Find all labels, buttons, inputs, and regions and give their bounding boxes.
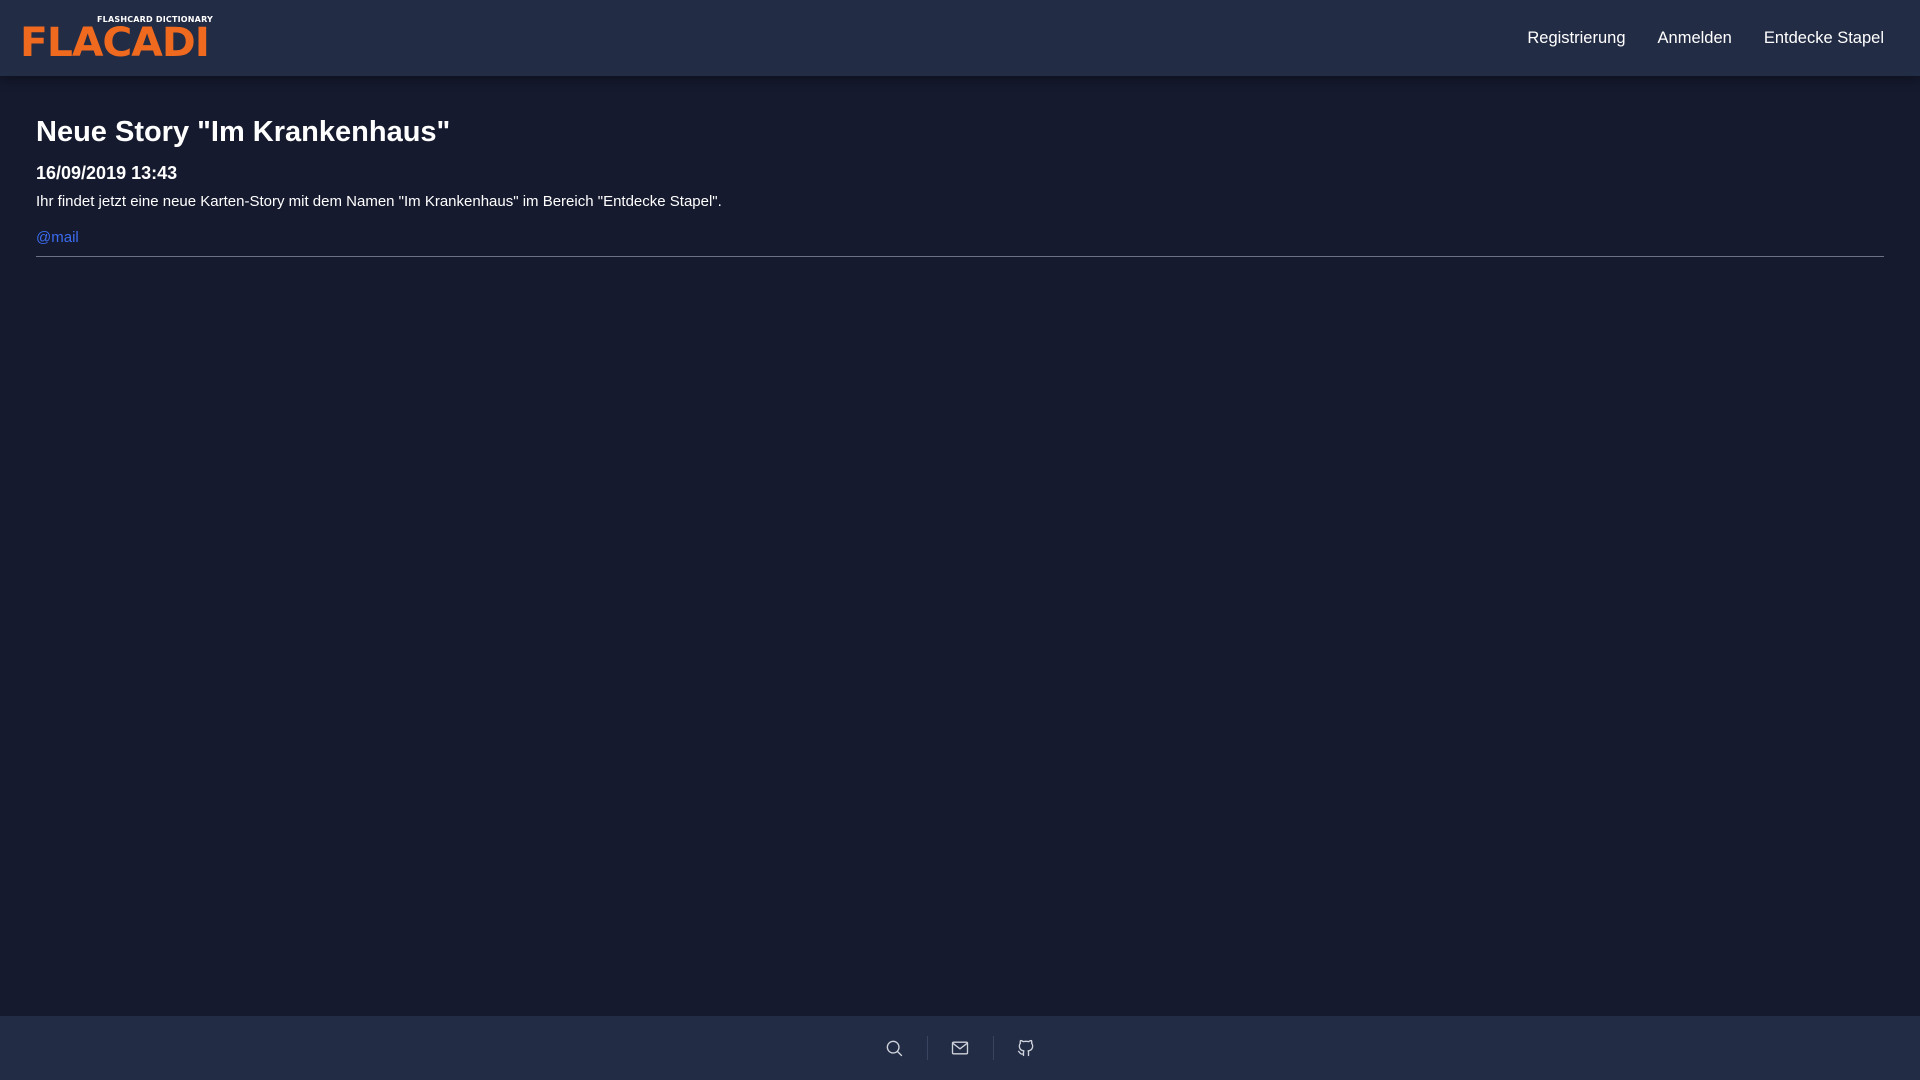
post-date: 16/09/2019 13:43 bbox=[36, 163, 178, 183]
top-navbar: FLASHCARD DICTIONARY FLACADI Registrieru… bbox=[0, 0, 1920, 76]
nav-link-registrierung[interactable]: Registrierung bbox=[1527, 29, 1625, 48]
news-post: Neue Story "Im Krankenhaus" 16/09/2019 1… bbox=[36, 115, 1884, 257]
post-title: Neue Story "Im Krankenhaus" bbox=[36, 116, 451, 148]
footer-github-button[interactable] bbox=[994, 1036, 1059, 1060]
footer-mail-button[interactable] bbox=[928, 1036, 993, 1060]
flacadi-logo[interactable]: FLASHCARD DICTIONARY FLACADI bbox=[20, 13, 213, 63]
nav-link-anmelden[interactable]: Anmelden bbox=[1658, 29, 1732, 48]
nav-link-entdecke-stapel[interactable]: Entdecke Stapel bbox=[1764, 29, 1884, 48]
footer-search-button[interactable] bbox=[862, 1036, 927, 1060]
post-body: Ihr findet jetzt eine neue Karten-Story … bbox=[36, 193, 722, 210]
post-divider bbox=[36, 256, 1884, 257]
mail-icon bbox=[951, 1041, 969, 1055]
post-author-link[interactable]: @mail bbox=[36, 229, 79, 247]
footer-bar bbox=[0, 1016, 1920, 1080]
nav-links: Registrierung Anmelden Entdecke Stapel bbox=[1527, 29, 1884, 48]
main-content: Neue Story "Im Krankenhaus" 16/09/2019 1… bbox=[36, 76, 1884, 257]
search-icon bbox=[886, 1040, 903, 1057]
logo-wordmark: FLACADI bbox=[20, 20, 210, 66]
github-icon bbox=[1017, 1039, 1034, 1057]
